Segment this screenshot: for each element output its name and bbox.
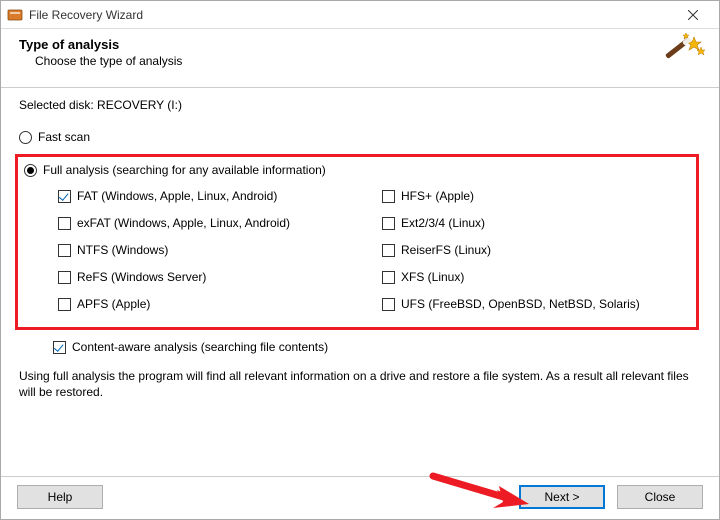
checkbox-icon: [382, 298, 395, 311]
wizard-body: Selected disk: RECOVERY (I:) Fast scan F…: [1, 88, 719, 354]
content-aware-checkbox[interactable]: Content-aware analysis (searching file c…: [53, 340, 703, 354]
fs-label: Ext2/3/4 (Linux): [401, 216, 485, 230]
fs-label: exFAT (Windows, Apple, Linux, Android): [77, 216, 290, 230]
checkbox-icon: [53, 341, 66, 354]
titlebar: File Recovery Wizard: [1, 1, 719, 29]
fs-label: XFS (Linux): [401, 270, 464, 284]
fs-label: ReiserFS (Linux): [401, 243, 491, 257]
checkbox-icon: [382, 244, 395, 257]
fs-label: FAT (Windows, Apple, Linux, Android): [77, 189, 277, 203]
selected-disk-label: Selected disk: RECOVERY (I:): [19, 98, 703, 112]
fast-scan-radio[interactable]: Fast scan: [19, 130, 703, 144]
wizard-header: Type of analysis Choose the type of anal…: [1, 29, 719, 87]
radio-icon: [24, 164, 37, 177]
fast-scan-label: Fast scan: [38, 130, 90, 144]
fs-ufs-checkbox[interactable]: UFS (FreeBSD, OpenBSD, NetBSD, Solaris): [382, 297, 676, 311]
fs-ext-checkbox[interactable]: Ext2/3/4 (Linux): [382, 216, 676, 230]
full-analysis-radio[interactable]: Full analysis (searching for any availab…: [24, 163, 686, 177]
fs-ntfs-checkbox[interactable]: NTFS (Windows): [58, 243, 352, 257]
page-heading: Type of analysis: [19, 37, 703, 52]
fs-apfs-checkbox[interactable]: APFS (Apple): [58, 297, 352, 311]
wizard-window: File Recovery Wizard Type of analysis Ch…: [0, 0, 720, 520]
wizard-wand-icon: [661, 33, 705, 76]
help-button[interactable]: Help: [17, 485, 103, 509]
fs-label: HFS+ (Apple): [401, 189, 474, 203]
close-button[interactable]: Close: [617, 485, 703, 509]
app-icon: [7, 7, 23, 23]
fs-refs-checkbox[interactable]: ReFS (Windows Server): [58, 270, 352, 284]
next-button[interactable]: Next >: [519, 485, 605, 509]
fs-label: UFS (FreeBSD, OpenBSD, NetBSD, Solaris): [401, 297, 640, 311]
fs-label: APFS (Apple): [77, 297, 150, 311]
radio-icon: [19, 131, 32, 144]
fs-exfat-checkbox[interactable]: exFAT (Windows, Apple, Linux, Android): [58, 216, 352, 230]
window-title: File Recovery Wizard: [29, 8, 673, 22]
fs-fat-checkbox[interactable]: FAT (Windows, Apple, Linux, Android): [58, 189, 352, 203]
fs-xfs-checkbox[interactable]: XFS (Linux): [382, 270, 676, 284]
checkbox-icon: [58, 298, 71, 311]
fs-label: NTFS (Windows): [77, 243, 168, 257]
fs-label: ReFS (Windows Server): [77, 270, 206, 284]
full-analysis-label: Full analysis (searching for any availab…: [43, 163, 326, 177]
checkbox-icon: [58, 244, 71, 257]
checkbox-icon: [58, 190, 71, 203]
checkbox-icon: [382, 217, 395, 230]
button-bar: Help Next > Close: [1, 476, 719, 509]
full-analysis-highlight: Full analysis (searching for any availab…: [15, 154, 699, 330]
page-subtitle: Choose the type of analysis: [35, 54, 703, 68]
content-aware-label: Content-aware analysis (searching file c…: [72, 340, 328, 354]
filesystem-grid: FAT (Windows, Apple, Linux, Android) HFS…: [24, 179, 686, 315]
checkbox-icon: [382, 271, 395, 284]
checkbox-icon: [58, 271, 71, 284]
close-icon: [688, 10, 698, 20]
checkbox-icon: [58, 217, 71, 230]
checkbox-icon: [382, 190, 395, 203]
fs-hfsplus-checkbox[interactable]: HFS+ (Apple): [382, 189, 676, 203]
window-close-button[interactable]: [673, 1, 713, 29]
analysis-description: Using full analysis the program will fin…: [1, 368, 719, 400]
fs-reiserfs-checkbox[interactable]: ReiserFS (Linux): [382, 243, 676, 257]
